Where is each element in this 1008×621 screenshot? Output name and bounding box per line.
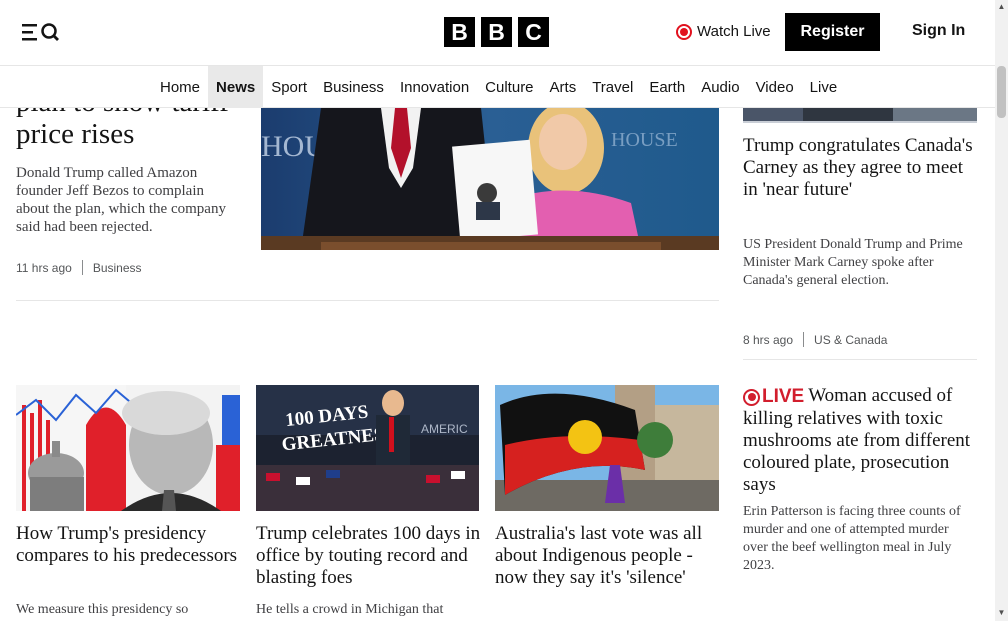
svg-text:HOUSE: HOUSE <box>611 129 678 151</box>
card-image-australia[interactable] <box>495 385 719 511</box>
lead-story-description: Donald Trump called Amazon founder Jeff … <box>16 165 226 235</box>
section-divider <box>16 300 719 301</box>
timestamp: 8 hrs ago <box>743 332 794 347</box>
card-image-100-days[interactable]: 100 DAYS GREATNESS AMERIC <box>256 385 479 511</box>
card-description-presidency: We measure this presidency so <box>16 602 189 617</box>
scrollbar-track[interactable] <box>995 66 1008 621</box>
scroll-down-arrow-icon[interactable]: ▼ <box>995 606 1008 619</box>
nav-item-news[interactable]: News <box>208 66 264 108</box>
side-story-description: US President Donald Trump and Prime Mini… <box>743 237 963 288</box>
logo-block: B <box>481 17 512 47</box>
scroll-up-arrow-icon[interactable]: ▲ <box>995 0 1008 13</box>
nav-item-video[interactable]: Video <box>748 66 802 108</box>
side-story-image-strip <box>743 108 977 123</box>
lead-story-title[interactable]: plan to show tariff price rises <box>16 108 246 150</box>
card-image-presidency[interactable] <box>16 385 240 511</box>
live-badge: LIVE <box>743 386 804 408</box>
nav-item-innovation[interactable]: Innovation <box>392 66 477 108</box>
category-link[interactable]: US & Canada <box>814 333 887 347</box>
nav-item-live[interactable]: Live <box>802 66 846 108</box>
live-story-title[interactable]: LIVE Woman accused of killing relatives … <box>743 385 977 496</box>
nav-item-culture[interactable]: Culture <box>477 66 541 108</box>
side-story-title[interactable]: Trump congratulates Canada's Carney as t… <box>743 135 977 201</box>
live-dot-icon <box>676 23 692 40</box>
nav-item-arts[interactable]: Arts <box>542 66 585 108</box>
watch-live-label: Watch Live <box>697 23 771 40</box>
nav-item-sport[interactable]: Sport <box>263 66 315 108</box>
bbc-logo[interactable]: B B C <box>444 17 549 47</box>
nav-item-business[interactable]: Business <box>315 66 392 108</box>
scrollbar-thumb[interactable] <box>997 66 1006 118</box>
aboriginal-flag-image <box>495 385 719 511</box>
sign-in-link[interactable]: Sign In <box>912 22 965 40</box>
svg-text:AMERIC: AMERIC <box>421 422 468 436</box>
live-badge-label: LIVE <box>762 386 805 407</box>
nav-item-earth[interactable]: Earth <box>641 66 693 108</box>
section-divider <box>743 359 977 360</box>
live-ring-icon <box>743 388 760 406</box>
card-title-australia[interactable]: Australia's last vote was all about Indi… <box>495 523 723 589</box>
nav-item-home[interactable]: Home <box>152 66 208 108</box>
nav-item-travel[interactable]: Travel <box>584 66 641 108</box>
lead-story-meta: 11 hrs ago Business <box>16 260 142 275</box>
register-button[interactable]: Register <box>785 13 880 51</box>
meta-divider <box>803 332 805 347</box>
side-story-image[interactable] <box>743 108 977 123</box>
card-description-100-days: He tells a crowd in Michigan that <box>256 602 444 617</box>
live-story-description: Erin Patterson is facing three counts of… <box>743 504 961 573</box>
logo-block: B <box>444 17 475 47</box>
card-title-presidency[interactable]: How Trump's presidency compares to his p… <box>16 523 244 567</box>
rally-image: 100 DAYS GREATNESS AMERIC <box>256 385 479 511</box>
meta-divider <box>81 260 83 275</box>
presidency-comparison-image <box>16 385 240 511</box>
card-title-100-days[interactable]: Trump celebrates 100 days in office by t… <box>256 523 484 589</box>
menu-icon <box>22 23 59 41</box>
press-briefing-image: HOUSI HOUSE <box>261 108 719 250</box>
watch-live-link[interactable]: Watch Live <box>676 23 771 40</box>
logo-block: C <box>518 17 549 47</box>
side-story-meta: 8 hrs ago US & Canada <box>743 332 887 347</box>
nav-item-audio[interactable]: Audio <box>693 66 747 108</box>
site-header: B B C Watch Live Register Sign In <box>0 0 995 66</box>
category-link[interactable]: Business <box>93 261 142 275</box>
main-content: plan to show tariff price rises Donald T… <box>0 108 995 621</box>
main-navigation: Home News Sport Business Innovation Cult… <box>0 66 995 108</box>
timestamp: 11 hrs ago <box>16 260 72 275</box>
menu-search-button[interactable] <box>20 21 62 43</box>
lead-story-image[interactable]: HOUSI HOUSE <box>261 108 719 250</box>
